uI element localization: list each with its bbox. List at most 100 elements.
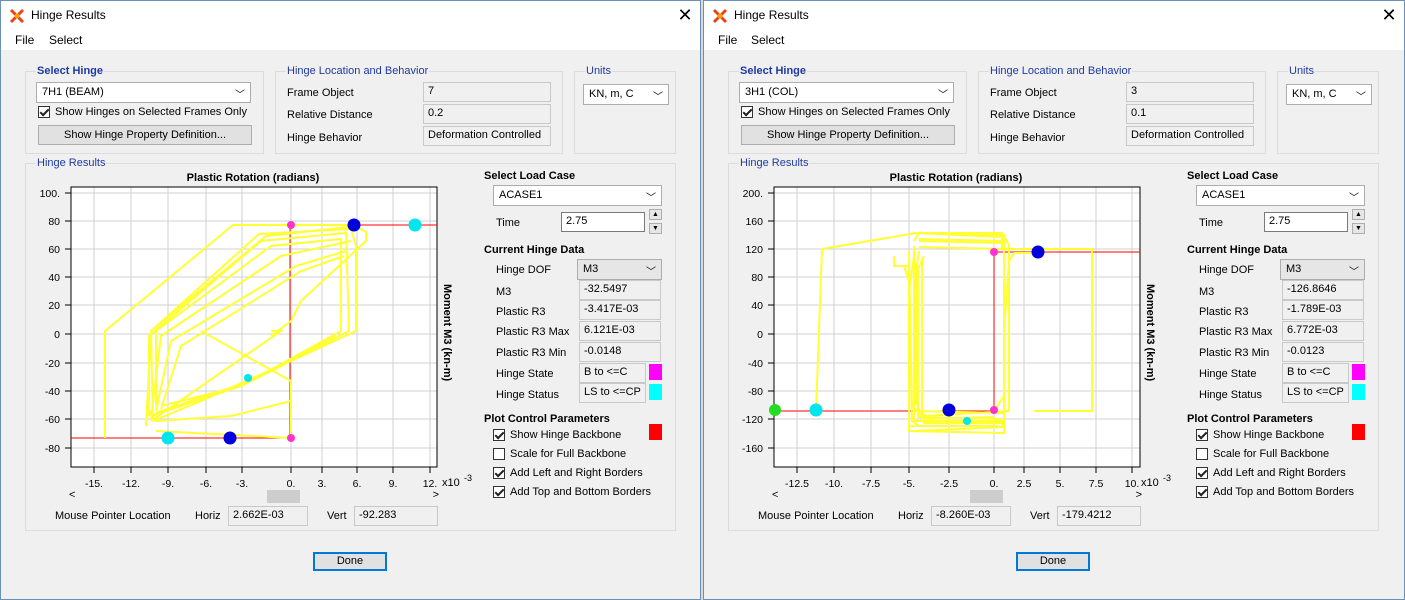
hinge-state-field: B to <=C: [579, 363, 646, 383]
dof-dropdown[interactable]: M3 ﹀: [1280, 259, 1365, 280]
horiz-field: 2.662E-03: [228, 506, 308, 526]
hinge-state-label: Hinge State: [496, 368, 554, 380]
plastic-r3-value: -3.417E-03: [584, 303, 639, 315]
y-axis-label: Moment M3 (kn-m): [1144, 284, 1156, 382]
scale-backbone-checkbox[interactable]: [493, 448, 505, 460]
hinge-status-label: Hinge Status: [496, 389, 559, 401]
scroll-thumb[interactable]: [970, 490, 1003, 503]
y-tick-label: 40: [751, 300, 763, 312]
y-tick-label: 20: [48, 300, 60, 312]
plastic-r3-min-field: -0.0148: [579, 342, 661, 362]
time-up-icon[interactable]: ▲: [1352, 209, 1365, 220]
lr-borders-checkbox[interactable]: [493, 467, 505, 479]
y-axis-label: Moment M3 (kn-m): [441, 284, 453, 382]
time-down-icon[interactable]: ▼: [1352, 223, 1365, 234]
y-tick-label: 0: [54, 329, 60, 341]
plot-horizontal-scrollbar[interactable]: < >: [69, 489, 439, 503]
y-tick-label: 60: [48, 244, 60, 256]
load-case-value: ACASE1: [1202, 189, 1246, 201]
hinge-results-window-column: Hinge Results ✕ File Select Select Hinge…: [703, 0, 1405, 600]
time-input[interactable]: 2.75: [561, 212, 645, 232]
hinge-status-swatch: [649, 384, 662, 400]
plastic-r3-value: -1.789E-03: [1287, 303, 1342, 315]
plastic-r3-field: -1.789E-03: [1282, 300, 1364, 320]
backbone-color-swatch[interactable]: [649, 424, 662, 440]
hinge-state-swatch: [1352, 364, 1365, 380]
x-exponent-power: -3: [464, 473, 472, 483]
lr-borders-checkbox[interactable]: [1196, 467, 1208, 479]
tb-borders-checkbox[interactable]: [493, 486, 505, 498]
y-tick-label: 160: [745, 216, 763, 228]
hinge-status-swatch: [1352, 384, 1365, 400]
plastic-r3-max-label: Plastic R3 Max: [1199, 326, 1273, 338]
m3-field: -32.5497: [579, 280, 661, 300]
m3-value: -126.8646: [1287, 283, 1337, 295]
chevron-down-icon: ﹀: [1349, 267, 1359, 278]
time-label: Time: [496, 217, 521, 229]
load-case-title: Select Load Case: [484, 170, 576, 182]
chevron-down-icon: ﹀: [1349, 193, 1359, 204]
plastic-r3-min-value: -0.0123: [1287, 345, 1325, 357]
vert-field: -92.283: [354, 506, 438, 526]
hinge-state-field: B to <=C: [1282, 363, 1349, 383]
done-button[interactable]: Done: [313, 552, 387, 571]
show-backbone-checkbox[interactable]: [493, 429, 505, 441]
scroll-right-icon[interactable]: >: [433, 489, 439, 501]
plastic-r3-max-label: Plastic R3 Max: [496, 326, 570, 338]
scroll-right-icon[interactable]: >: [1136, 489, 1142, 501]
tb-borders-label: Add Top and Bottom Borders: [510, 486, 652, 498]
time-value: 2.75: [1269, 215, 1291, 227]
lr-borders-label: Add Left and Right Borders: [1213, 467, 1346, 479]
y-tick-label: -80: [748, 386, 763, 398]
plastic-r3-max-field: 6.772E-03: [1282, 321, 1364, 341]
show-backbone-checkbox[interactable]: [1196, 429, 1208, 441]
plot-control-title: Plot Control Parameters: [484, 413, 610, 425]
time-label: Time: [1199, 217, 1224, 229]
y-tick-label: 80: [751, 272, 763, 284]
y-tick-label: -40: [45, 386, 60, 398]
y-tick-label: -40: [748, 358, 763, 370]
load-case-dropdown[interactable]: ACASE1 ﹀: [493, 185, 662, 206]
time-input[interactable]: 2.75: [1264, 212, 1348, 232]
y-tick-label: 200.: [743, 188, 763, 200]
dof-dropdown[interactable]: M3 ﹀: [577, 259, 662, 280]
scroll-left-icon[interactable]: <: [69, 489, 75, 501]
plot-title: Plastic Rotation (radians): [890, 172, 1023, 184]
vert-value: -179.4212: [1062, 509, 1112, 521]
load-case-title: Select Load Case: [1187, 170, 1279, 182]
tb-borders-checkbox[interactable]: [1196, 486, 1208, 498]
time-down-icon[interactable]: ▼: [649, 223, 662, 234]
plastic-r3-label: Plastic R3: [496, 306, 546, 318]
time-up-icon[interactable]: ▲: [649, 209, 662, 220]
plot-control-title: Plot Control Parameters: [1187, 413, 1313, 425]
plastic-r3-min-field: -0.0123: [1282, 342, 1364, 362]
done-button[interactable]: Done: [1016, 552, 1090, 571]
y-tick-label: -160: [742, 443, 763, 455]
hinge-status-field: LS to <=CP: [1282, 383, 1349, 403]
hinge-state-value: B to <=C: [584, 366, 628, 378]
scale-backbone-checkbox[interactable]: [1196, 448, 1208, 460]
plastic-r3-max-value: 6.772E-03: [1287, 324, 1338, 336]
y-tick-label: 80: [48, 216, 60, 228]
scroll-thumb[interactable]: [267, 490, 300, 503]
plot-title: Plastic Rotation (radians): [187, 172, 320, 184]
y-tick-label: -120: [742, 414, 763, 426]
horiz-value: -8.260E-03: [936, 509, 991, 521]
plot-horizontal-scrollbar[interactable]: < >: [772, 489, 1142, 503]
x-exponent-power: -3: [1163, 473, 1171, 483]
x-exponent: x10: [1141, 477, 1159, 489]
y-tick-label: -80: [45, 443, 60, 455]
y-tick-label: -20: [45, 358, 60, 370]
lr-borders-label: Add Left and Right Borders: [510, 467, 643, 479]
show-backbone-label: Show Hinge Backbone: [1213, 429, 1325, 441]
plastic-r3-min-label: Plastic R3 Min: [496, 347, 567, 359]
y-tick-label: 100.: [40, 188, 60, 200]
backbone-color-swatch[interactable]: [1352, 424, 1365, 440]
scroll-left-icon[interactable]: <: [772, 489, 778, 501]
hinge-data-title: Current Hinge Data: [484, 244, 585, 256]
horiz-value: 2.662E-03: [233, 509, 284, 521]
load-case-dropdown[interactable]: ACASE1 ﹀: [1196, 185, 1365, 206]
hinge-status-label: Hinge Status: [1199, 389, 1262, 401]
vert-field: -179.4212: [1057, 506, 1141, 526]
dof-label: Hinge DOF: [1199, 264, 1255, 276]
